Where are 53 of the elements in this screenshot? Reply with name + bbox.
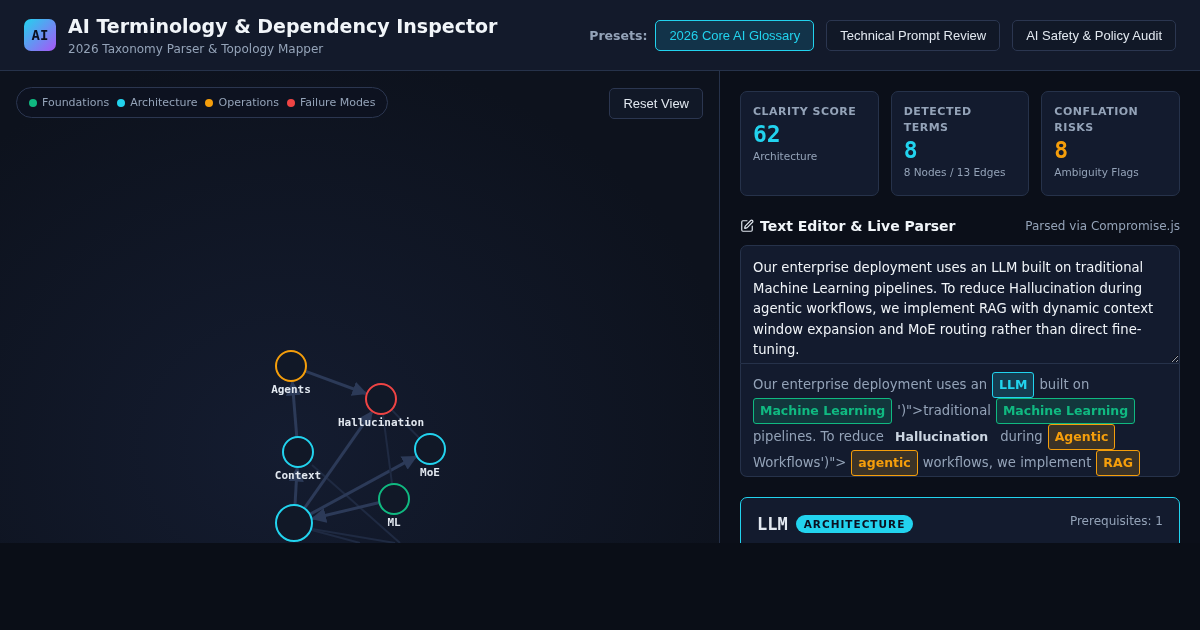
parsed-text: workflows, we implement [922,455,1092,470]
parsed-text: ')">traditional [897,403,991,418]
preset-button[interactable]: AI Safety & Policy Audit [1012,19,1176,51]
parsed-text: Our enterprise deployment uses an [753,377,988,392]
node-label: Hallucination [337,416,425,429]
graph-node[interactable] [282,436,314,468]
app-subtitle: 2026 Taxonomy Parser & Topology Mapper [68,41,325,56]
prerequisites-count: Prerequisites: 1 [1069,514,1163,528]
term-tag[interactable]: Machine Learning [753,398,893,424]
legend-label: Operations [218,96,279,109]
editor-title: Text Editor & Live Parser [760,218,956,234]
stat-caption: Ambiguity Flags [1054,166,1140,178]
parsed-text: during [1000,429,1043,444]
app-title: AI Terminology & Dependency Inspector [68,14,499,37]
term-name: LLM [757,514,788,534]
category-badge: ARCHITECTURE [795,515,914,533]
preset-button[interactable]: Technical Prompt Review [826,19,1001,51]
stat-label: CONFLATION RISKS [1054,104,1140,136]
node-label: ML [387,516,401,529]
graph-node[interactable] [414,433,446,465]
parser-note: Parsed via Compromise.js [1025,219,1180,233]
term-tag[interactable]: LLM [992,372,1035,398]
text-editor-field[interactable]: Our enterprise deployment uses an LLM built on traditional Machine Learning pipelines. To reduce Hallucination during agentic workflows, we implement RAG with dynamic context window expansion and MoE routing rather than direct fine-tuning. [740,245,1180,364]
legend-label: Architecture [130,96,198,109]
parsed-text: built on [1039,377,1090,392]
parsed-text: Workflows')"> [753,455,847,470]
stat-caption: Architecture [753,150,819,162]
stat-value: 62 [753,120,782,148]
term-tag[interactable]: Machine Learning [995,398,1136,424]
stat-caption: 8 Nodes / 13 Edges [903,166,1007,178]
preset-button[interactable]: 2026 Core AI Glossary [655,19,815,51]
graph-node[interactable] [275,504,313,542]
term-tag[interactable]: RAG [1096,450,1140,476]
term-tag[interactable]: agentic [851,450,918,476]
graph-node[interactable] [365,383,397,415]
term-tag[interactable]: Agentic [1047,424,1116,450]
stat-label: DETECTED TERMS [903,104,973,136]
node-label: MoE [420,466,440,479]
node-label: Context [274,469,322,482]
parsed-text: pipelines. To reduce [753,429,884,444]
reset-view-button[interactable]: Reset View [609,88,703,119]
app-logo: AI [24,19,56,51]
stat-value: 8 [903,136,919,164]
graph-node[interactable] [275,350,307,382]
term-highlight: Hallucination [895,429,989,444]
legend-label: Foundations [42,96,110,109]
node-label: Agents [271,383,311,396]
legend-label: Failure Modes [299,96,376,109]
edit-icon [740,219,754,233]
presets-label: Presets: [589,27,648,43]
stat-label: CLARITY SCORE [753,104,858,120]
graph-node[interactable] [378,483,410,515]
stat-value: 8 [1054,136,1070,164]
